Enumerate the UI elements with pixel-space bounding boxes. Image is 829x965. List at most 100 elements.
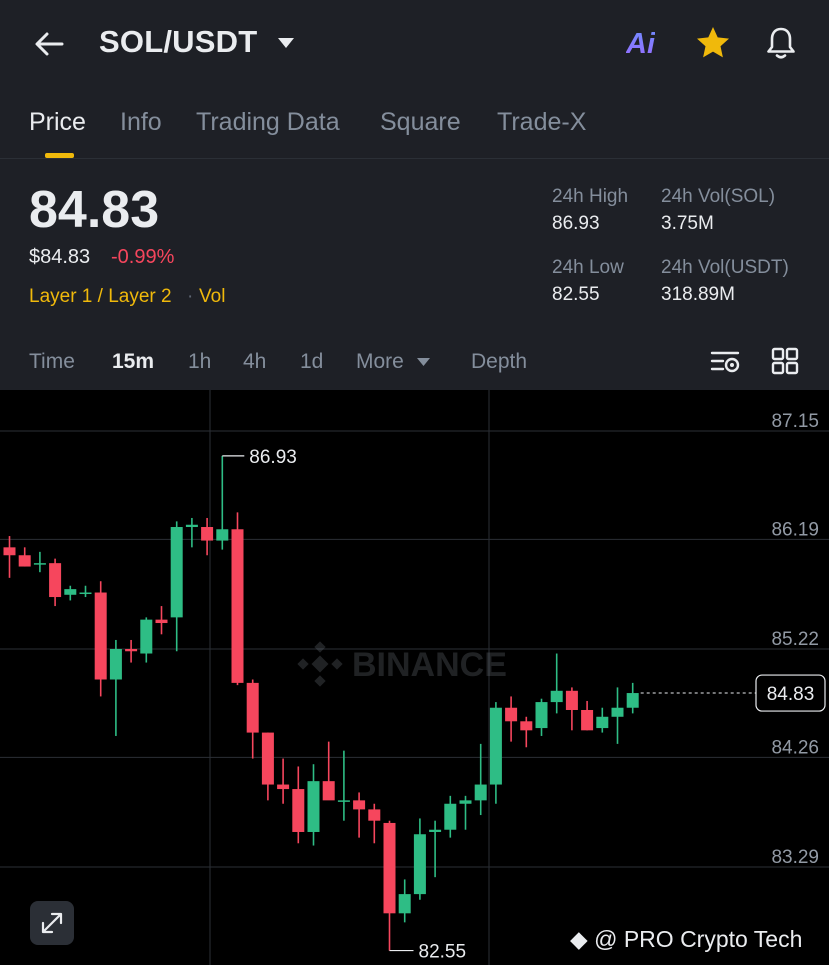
- watermark-text: BINANCE: [352, 646, 507, 684]
- tab-square[interactable]: Square: [380, 108, 461, 137]
- price-change-percent: -0.99%: [111, 246, 175, 268]
- interval-4h[interactable]: 4h: [243, 350, 266, 374]
- candle-body: [383, 822, 396, 914]
- category-tag-vol[interactable]: Vol: [199, 286, 225, 308]
- y-axis-label: 87.15: [771, 411, 819, 432]
- category-tag-layer[interactable]: Layer 1 / Layer 2: [29, 286, 172, 308]
- high-marker-label: 86.93: [249, 447, 297, 468]
- tab-price[interactable]: Price: [29, 108, 86, 137]
- layout-grid-icon[interactable]: [770, 346, 800, 376]
- y-axis-label: 85.22: [771, 629, 819, 650]
- candle-body: [33, 563, 46, 565]
- expand-arrows-icon: [41, 912, 63, 934]
- high-low-markers: 86.93 82.55: [222, 447, 466, 963]
- candle-body: [246, 682, 259, 733]
- candle-body: [565, 690, 578, 710]
- candle-body: [353, 800, 366, 810]
- source-watermark: ◆ @ PRO Crypto Tech: [570, 926, 802, 953]
- stat-vol-base-label: 24h Vol(SOL): [661, 186, 776, 207]
- candle-body: [413, 834, 426, 895]
- low-marker-label: 82.55: [419, 942, 467, 963]
- depth-tab[interactable]: Depth: [471, 350, 527, 374]
- last-price: 84.83: [29, 181, 160, 239]
- candle-body: [155, 619, 168, 624]
- interval-more[interactable]: More: [356, 350, 404, 374]
- candle-body: [429, 829, 442, 832]
- more-caret-down-icon[interactable]: [416, 357, 431, 367]
- ai-icon[interactable]: Ai: [626, 28, 655, 61]
- y-axis-label: 83.29: [771, 847, 819, 868]
- stat-low-label: 24h Low: [552, 257, 624, 278]
- current-price-line: 84.83: [640, 674, 826, 712]
- candle-body: [368, 809, 381, 821]
- candle-body: [444, 803, 457, 830]
- chart-canvas[interactable]: BINANCE 87.1586.1985.2284.2683.29 86.938…: [0, 390, 829, 965]
- candle-body: [18, 555, 31, 567]
- favorite-star-icon[interactable]: [694, 24, 732, 62]
- caret-down-icon[interactable]: [276, 36, 296, 50]
- candle-body: [94, 592, 107, 680]
- candle-body: [489, 707, 502, 785]
- candle-body: [170, 527, 183, 618]
- interval-1h[interactable]: 1h: [188, 350, 211, 374]
- binance-logo-icon: [297, 641, 343, 687]
- y-axis-labels: 87.15 86.19 85.22 84.26 83.29: [771, 411, 819, 868]
- candle-body: [49, 563, 62, 598]
- candle-body: [185, 524, 198, 528]
- y-axis-label: 84.26: [771, 737, 819, 758]
- candle-body: [459, 800, 472, 804]
- stat-high-value: 86.93: [552, 213, 600, 234]
- candle-body: [64, 589, 77, 595]
- candle-body: [125, 649, 138, 652]
- candle-body: [550, 690, 563, 703]
- tab-info[interactable]: Info: [120, 108, 162, 137]
- notification-bell-icon[interactable]: [762, 24, 800, 62]
- tab-trade-x[interactable]: Trade-X: [497, 108, 586, 137]
- divider: [0, 158, 829, 159]
- candle-body: [337, 800, 350, 802]
- candle-body: [79, 592, 92, 595]
- top-bar: SOL/USDT Ai: [0, 0, 829, 90]
- binance-watermark: BINANCE: [297, 641, 507, 687]
- candle-body: [520, 721, 533, 731]
- pair-selector[interactable]: SOL/USDT: [99, 24, 257, 60]
- candlestick-chart[interactable]: BINANCE 87.15 86.19 85.22 84.26 83.29 86.93 8…: [0, 390, 829, 965]
- candle-body: [535, 702, 548, 729]
- candle-body: [261, 732, 274, 785]
- chart-settings-icon[interactable]: [709, 346, 741, 378]
- candles: [3, 455, 639, 951]
- candle-body: [398, 894, 411, 914]
- candle-body: [322, 781, 335, 801]
- fullscreen-button[interactable]: [30, 901, 74, 945]
- candle-body: [231, 529, 244, 683]
- usd-price: $84.83: [29, 246, 91, 268]
- interval-time[interactable]: Time: [29, 350, 75, 374]
- candle-body: [277, 784, 290, 790]
- candle-body: [626, 693, 639, 708]
- candle-body: [474, 784, 487, 801]
- candle-body: [109, 649, 122, 680]
- candle-body: [611, 707, 624, 717]
- candle-body: [201, 527, 214, 541]
- stat-vol-quote-value: 318.89M: [661, 284, 735, 305]
- tag-separator: ·: [187, 286, 194, 307]
- stat-high-label: 24h High: [552, 186, 629, 207]
- current-price-label: 84.83: [767, 684, 815, 705]
- candle-body: [292, 789, 305, 832]
- candle-body: [596, 716, 609, 729]
- tab-trading-data[interactable]: Trading Data: [196, 108, 340, 137]
- stat-vol-quote-label: 24h Vol(USDT): [661, 257, 789, 278]
- interval-15m[interactable]: 15m: [112, 350, 154, 374]
- candle-body: [3, 547, 16, 556]
- stat-vol-base-value: 3.75M: [661, 213, 714, 234]
- candle-body: [505, 707, 518, 722]
- candle-body: [216, 529, 229, 541]
- interval-1d[interactable]: 1d: [300, 350, 323, 374]
- stat-low-value: 82.55: [552, 284, 600, 305]
- watermark-author: @ PRO Crypto Tech: [594, 926, 803, 952]
- back-arrow-icon[interactable]: [30, 24, 70, 64]
- candle-body: [581, 709, 594, 731]
- candle-body: [307, 781, 320, 832]
- candle-body: [140, 619, 153, 654]
- binance-square-icon: ◆: [570, 926, 588, 952]
